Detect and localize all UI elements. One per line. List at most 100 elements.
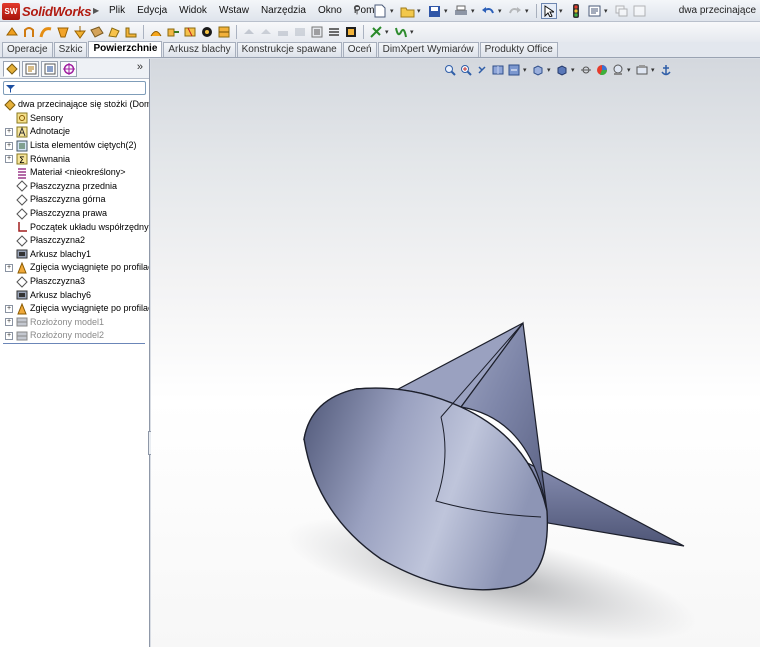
tree-item[interactable]: Materiał <nieokreślony> bbox=[0, 166, 149, 180]
tree-root-item[interactable]: dwa przecinające się stożki (Domyś bbox=[0, 98, 149, 112]
tab-powierzchnie[interactable]: Powierzchnie bbox=[88, 41, 163, 57]
configuration-manager-tab-icon[interactable] bbox=[41, 60, 58, 77]
extruded-surface-icon[interactable] bbox=[4, 24, 20, 40]
window-tile-icon[interactable] bbox=[613, 3, 629, 19]
rebuild-traffic-light-icon[interactable] bbox=[568, 3, 584, 19]
undo-dropdown-icon[interactable]: ▾ bbox=[498, 7, 505, 15]
expand-toggle-icon[interactable]: + bbox=[5, 318, 13, 327]
boundary-surface-icon[interactable] bbox=[72, 24, 88, 40]
rollback-bar[interactable] bbox=[3, 342, 145, 344]
tree-item[interactable]: Arkusz blachy6 bbox=[0, 288, 149, 302]
property-manager-tab-icon[interactable] bbox=[22, 60, 39, 77]
print-dropdown-icon[interactable]: ▾ bbox=[471, 7, 478, 15]
menu-item-5[interactable]: Okno bbox=[312, 0, 348, 22]
properties-dropdown-icon[interactable]: ▾ bbox=[604, 7, 611, 15]
curves-dropdown-icon[interactable]: ▾ bbox=[410, 28, 417, 36]
redo-dropdown-icon[interactable]: ▾ bbox=[525, 7, 532, 15]
tree-item[interactable]: Sensory bbox=[0, 112, 149, 126]
pin-menu-icon[interactable]: ⚲ bbox=[353, 3, 361, 16]
feature-filter-input[interactable] bbox=[3, 81, 146, 95]
save-dropdown-icon[interactable]: ▾ bbox=[444, 7, 451, 15]
new-dropdown-icon[interactable]: ▾ bbox=[390, 7, 397, 15]
cut-with-surface-icon[interactable] bbox=[275, 24, 291, 40]
tree-item-label: Równania bbox=[30, 153, 71, 164]
expand-toggle-icon[interactable]: + bbox=[5, 127, 13, 136]
print-icon[interactable] bbox=[453, 3, 469, 19]
save-icon[interactable] bbox=[426, 3, 442, 19]
select-arrow-icon[interactable] bbox=[541, 3, 557, 19]
window-cascade-icon[interactable] bbox=[631, 3, 647, 19]
knit-surface-icon[interactable] bbox=[216, 24, 232, 40]
delete-face-icon[interactable] bbox=[309, 24, 325, 40]
fillet-surface-icon[interactable] bbox=[123, 24, 139, 40]
undo-icon[interactable] bbox=[480, 3, 496, 19]
tree-item[interactable]: + Rozłożony model2 bbox=[0, 329, 149, 343]
reference-geometry-dropdown-icon[interactable]: ▾ bbox=[385, 28, 392, 36]
tree-item[interactable]: + Zgięcia wyciągnięte po profilach bbox=[0, 302, 149, 316]
mid-surface-icon[interactable] bbox=[326, 24, 342, 40]
tree-item[interactable]: Początek układu współrzędnych bbox=[0, 220, 149, 234]
expand-toggle-icon[interactable]: + bbox=[5, 331, 13, 340]
swept-surface-icon[interactable] bbox=[38, 24, 54, 40]
lofted-surface-icon[interactable] bbox=[55, 24, 71, 40]
command-manager-toolbar: ▾ ▾ bbox=[0, 22, 760, 42]
tree-item[interactable]: Płaszczyzna górna bbox=[0, 193, 149, 207]
tab-oce-[interactable]: Oceń bbox=[342, 42, 377, 57]
graphics-viewport[interactable]: ▾ ▾ ▾ ▾ ▾ bbox=[151, 59, 760, 647]
cone-model[interactable] bbox=[151, 59, 760, 647]
trim-surface-icon[interactable] bbox=[182, 24, 198, 40]
select-dropdown-icon[interactable]: ▾ bbox=[559, 7, 566, 15]
menu-item-2[interactable]: Widok bbox=[173, 0, 213, 22]
menu-item-0[interactable]: Plik bbox=[103, 0, 131, 22]
fill-surface-icon[interactable] bbox=[148, 24, 164, 40]
new-document-icon[interactable] bbox=[372, 3, 388, 19]
menu-item-4[interactable]: Narzędzia bbox=[255, 0, 312, 22]
open-dropdown-icon[interactable]: ▾ bbox=[417, 7, 424, 15]
dimxpert-manager-tab-icon[interactable] bbox=[60, 60, 77, 77]
feature-manager-tab-icon[interactable] bbox=[3, 60, 20, 77]
tab-konstrukcje-spawane[interactable]: Konstrukcje spawane bbox=[236, 42, 342, 57]
tab-operacje[interactable]: Operacje bbox=[2, 42, 53, 57]
menu-item-3[interactable]: Wstaw bbox=[213, 0, 255, 22]
plane-icon bbox=[15, 180, 28, 193]
tree-item[interactable]: Arkusz blachy1 bbox=[0, 248, 149, 262]
tab-szkic[interactable]: Szkic bbox=[53, 42, 88, 57]
expand-toggle-icon[interactable]: + bbox=[5, 263, 13, 272]
panel-more-icon[interactable]: » bbox=[137, 61, 143, 73]
menu-expand-icon[interactable]: ▶ bbox=[93, 3, 102, 19]
tab-arkusz-blachy[interactable]: Arkusz blachy bbox=[163, 42, 236, 57]
planar-surface-icon[interactable] bbox=[89, 24, 105, 40]
expand-toggle-icon[interactable]: + bbox=[5, 141, 13, 150]
tab-dimxpert-wymiar-w[interactable]: DimXpert Wymiarów bbox=[377, 42, 479, 57]
lofted-bend-icon bbox=[15, 302, 28, 315]
curves-icon[interactable] bbox=[393, 24, 409, 40]
svg-text:Σ: Σ bbox=[19, 156, 25, 165]
tree-item[interactable]: Płaszczyzna3 bbox=[0, 275, 149, 289]
tree-item[interactable]: + Lista elementów ciętych(2) bbox=[0, 139, 149, 153]
offset-surface-icon[interactable] bbox=[106, 24, 122, 40]
tree-item[interactable]: Płaszczyzna2 bbox=[0, 234, 149, 248]
open-folder-icon[interactable] bbox=[399, 3, 415, 19]
tab-produkty-office[interactable]: Produkty Office bbox=[479, 42, 558, 57]
file-properties-icon[interactable] bbox=[586, 3, 602, 19]
thicken-icon[interactable] bbox=[241, 24, 257, 40]
tree-item[interactable]: + Adnotacje bbox=[0, 125, 149, 139]
move-face-icon[interactable] bbox=[343, 24, 359, 40]
tree-item-label: Początek układu współrzędnych bbox=[30, 221, 149, 232]
menu-item-1[interactable]: Edycja bbox=[131, 0, 173, 22]
app-logo[interactable]: SW SolidWorks bbox=[2, 2, 91, 20]
expand-toggle-icon[interactable]: + bbox=[5, 304, 13, 313]
replace-face-icon[interactable] bbox=[292, 24, 308, 40]
tree-item[interactable]: + Rozłożony model1 bbox=[0, 316, 149, 330]
untrim-surface-icon[interactable] bbox=[199, 24, 215, 40]
expand-toggle-icon[interactable]: + bbox=[5, 155, 13, 164]
thickened-cut-icon[interactable] bbox=[258, 24, 274, 40]
tree-item[interactable]: Płaszczyzna prawa bbox=[0, 207, 149, 221]
reference-geometry-icon[interactable] bbox=[368, 24, 384, 40]
tree-item[interactable]: + Σ Równania bbox=[0, 152, 149, 166]
tree-item[interactable]: Płaszczyzna przednia bbox=[0, 180, 149, 194]
redo-icon[interactable] bbox=[507, 3, 523, 19]
revolved-surface-icon[interactable] bbox=[21, 24, 37, 40]
extend-surface-icon[interactable] bbox=[165, 24, 181, 40]
tree-item[interactable]: + Zgięcia wyciągnięte po profilach bbox=[0, 261, 149, 275]
